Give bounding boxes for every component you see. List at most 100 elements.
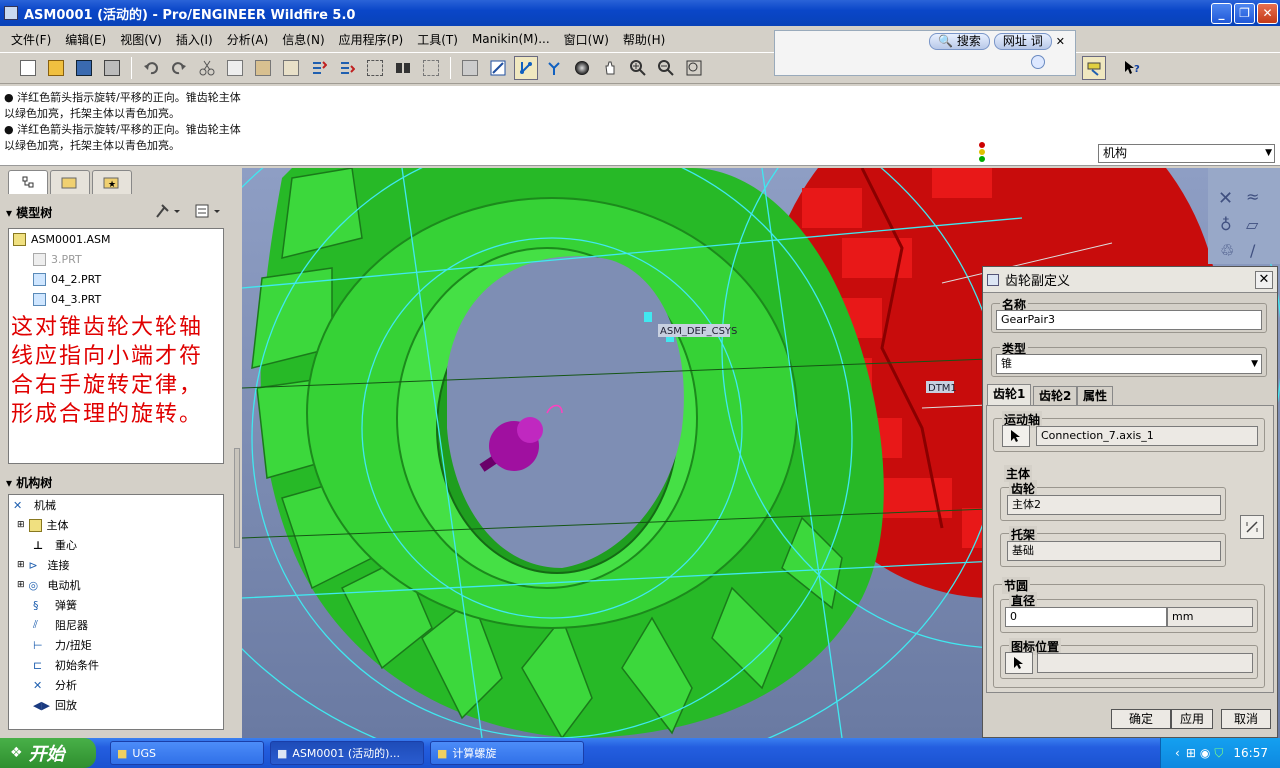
- title-bar[interactable]: ASM0001 (活动的) - Pro/ENGINEER Wildfire 5.…: [0, 0, 1280, 26]
- menu-manikin[interactable]: Manikin(M)...: [465, 32, 557, 46]
- mech-tree-root[interactable]: ✕ 机械: [13, 495, 56, 515]
- model-tree-header[interactable]: ▾ 模型树: [6, 204, 52, 221]
- mech-item-initial-conditions[interactable]: ⊏ 初始条件: [33, 655, 99, 675]
- menu-applications[interactable]: 应用程序(P): [332, 31, 411, 48]
- gear-body-field[interactable]: 主体2: [1007, 495, 1221, 515]
- mech-snap-icon[interactable]: ✕: [1218, 188, 1233, 209]
- selection-filter-dropdown[interactable]: 机构 ▼: [1098, 144, 1275, 163]
- pan-hand-icon[interactable]: [598, 56, 622, 80]
- search-button[interactable]: 🔍 搜索: [929, 32, 990, 50]
- menu-info[interactable]: 信息(N): [275, 31, 331, 48]
- layer-icon[interactable]: [458, 56, 482, 80]
- cut-icon[interactable]: [195, 56, 219, 80]
- expand-icon[interactable]: ⊞: [17, 520, 25, 530]
- refit-icon[interactable]: [682, 56, 706, 80]
- mech-item-forces[interactable]: ⊢ 力/扭矩: [33, 635, 92, 655]
- mech-item-dampers[interactable]: ⫽ 阻尼器: [33, 615, 88, 635]
- servo-icon[interactable]: ♲: [1220, 241, 1234, 260]
- dialog-close-icon[interactable]: ✕: [1255, 271, 1273, 289]
- tab-gear2[interactable]: 齿轮2: [1033, 386, 1078, 406]
- network-icon[interactable]: ⊞: [1186, 746, 1196, 760]
- menu-help[interactable]: 帮助(H): [616, 31, 672, 48]
- chevron-down-icon[interactable]: ▼: [1265, 145, 1272, 162]
- regen-manager-icon[interactable]: [335, 56, 359, 80]
- tray-expand-icon[interactable]: ‹: [1175, 746, 1180, 760]
- close-button[interactable]: ✕: [1257, 3, 1278, 24]
- tab-gear1[interactable]: 齿轮1: [987, 384, 1032, 406]
- select-arrow-icon[interactable]: [1005, 652, 1033, 674]
- mech-tree-header[interactable]: ▾ 机构树: [6, 474, 52, 491]
- menu-insert[interactable]: 插入(I): [169, 31, 220, 48]
- mech-item-bodies[interactable]: ⊞ 主体: [17, 515, 69, 535]
- name-field[interactable]: GearPair3: [996, 310, 1262, 330]
- menu-view[interactable]: 视图(V): [113, 31, 169, 48]
- url-button[interactable]: 网址 词: [993, 32, 1052, 50]
- menu-analysis[interactable]: 分析(A): [220, 31, 276, 48]
- copy-icon[interactable]: [223, 56, 247, 80]
- mech-item-springs[interactable]: § 弹簧: [33, 595, 77, 615]
- display-style-icon[interactable]: [542, 56, 566, 80]
- plane-icon[interactable]: ▱: [1246, 215, 1259, 234]
- window-select-icon[interactable]: [363, 56, 387, 80]
- expand-icon[interactable]: ⊞: [17, 560, 25, 570]
- zoom-out-icon[interactable]: [654, 56, 678, 80]
- mech-item-motors[interactable]: ⊞ ◎ 电动机: [17, 575, 81, 595]
- task-calc-helix[interactable]: ■ 计算螺旋: [430, 741, 584, 765]
- mech-item-playback[interactable]: ◀▶ 回放: [33, 695, 77, 715]
- tree-item-asm[interactable]: ASM0001.ASM: [13, 229, 111, 249]
- menu-edit[interactable]: 编辑(E): [58, 31, 113, 48]
- connect-icon[interactable]: ≈: [1246, 187, 1259, 206]
- tree-columns-icon[interactable]: [194, 202, 224, 220]
- start-button[interactable]: ❖ 开始: [0, 738, 96, 768]
- type-dropdown[interactable]: 锥 ▼: [996, 354, 1262, 374]
- mech-item-connections[interactable]: ⊞ ⊳ 连接: [17, 555, 70, 575]
- ok-button[interactable]: 确定: [1111, 709, 1171, 729]
- minimize-button[interactable]: _: [1211, 3, 1232, 24]
- maximize-button[interactable]: ❐: [1234, 3, 1255, 24]
- line-icon[interactable]: /: [1250, 241, 1256, 260]
- search-popup-close-icon[interactable]: ✕: [1056, 35, 1065, 48]
- spin-center-icon[interactable]: [514, 56, 538, 80]
- find-icon[interactable]: [391, 56, 415, 80]
- undo-icon[interactable]: [139, 56, 163, 80]
- search-go-icon[interactable]: [1031, 55, 1045, 69]
- print-icon[interactable]: [100, 56, 124, 80]
- menu-tools[interactable]: 工具(T): [410, 31, 465, 48]
- dialog-title-bar[interactable]: 齿轮副定义: [983, 267, 1277, 293]
- tab-favorites[interactable]: ★: [92, 170, 132, 194]
- new-file-icon[interactable]: [16, 56, 40, 80]
- tab-model-tree[interactable]: [8, 170, 48, 194]
- zoom-in-icon[interactable]: [626, 56, 650, 80]
- tree-item-part[interactable]: 3.PRT: [33, 249, 82, 269]
- paste-icon[interactable]: [251, 56, 275, 80]
- clock[interactable]: 16:57: [1233, 746, 1268, 760]
- expand-icon[interactable]: ⊞: [17, 580, 25, 590]
- cancel-button[interactable]: 取消: [1221, 709, 1271, 729]
- context-help-icon[interactable]: ?: [1120, 56, 1144, 80]
- task-proe[interactable]: ■ ASM0001 (活动的)...: [270, 741, 424, 765]
- datum-display-icon[interactable]: [486, 56, 510, 80]
- diameter-field[interactable]: 0: [1005, 607, 1167, 627]
- tab-folder-browser[interactable]: [50, 170, 90, 194]
- volume-icon[interactable]: ◉: [1200, 746, 1210, 760]
- regenerate-icon[interactable]: [307, 56, 331, 80]
- save-icon[interactable]: [72, 56, 96, 80]
- redo-icon[interactable]: [167, 56, 191, 80]
- mech-item-gravity[interactable]: ⊥ 重心: [33, 535, 77, 555]
- drag-icon[interactable]: ♁: [1220, 215, 1232, 234]
- menu-file[interactable]: 文件(F): [4, 31, 58, 48]
- apply-button[interactable]: 应用: [1171, 709, 1213, 729]
- icon-position-field[interactable]: [1037, 653, 1253, 673]
- tree-settings-icon[interactable]: [154, 202, 184, 220]
- paste-special-icon[interactable]: [279, 56, 303, 80]
- mech-item-analyses[interactable]: ✕ 分析: [33, 675, 77, 695]
- select-arrow-icon[interactable]: [1002, 425, 1030, 447]
- carrier-body-field[interactable]: 基础: [1007, 541, 1221, 561]
- motion-axis-field[interactable]: Connection_7.axis_1: [1036, 426, 1258, 446]
- task-ugs[interactable]: ■ UGS: [110, 741, 264, 765]
- menu-window[interactable]: 窗口(W): [557, 31, 616, 48]
- panel-splitter[interactable]: [234, 448, 240, 548]
- flip-body-icon[interactable]: [1240, 515, 1264, 539]
- gear-pair-tool-icon[interactable]: [1082, 56, 1106, 80]
- security-shield-icon[interactable]: ⛉: [1214, 746, 1223, 761]
